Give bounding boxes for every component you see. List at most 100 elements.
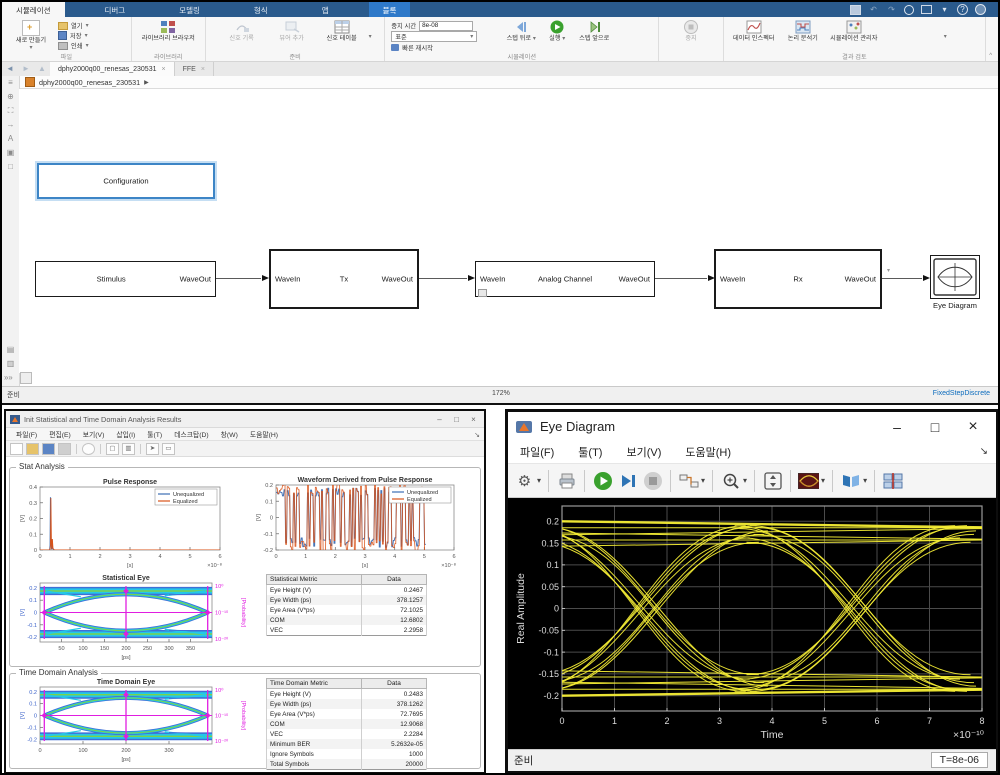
status-solver[interactable]: FixedStepDiscrete [933, 390, 990, 397]
stop-time-input[interactable]: 8e-08 [419, 21, 473, 31]
panels-icon[interactable] [840, 470, 861, 491]
tab-modeling[interactable]: 모델링 [165, 2, 214, 17]
pan-icon[interactable]: → [2, 118, 19, 132]
settings-gear-icon[interactable]: ⚙ [514, 470, 535, 491]
table-row[interactable]: Ignore Symbols1000 [267, 749, 427, 759]
block-analog-channel[interactable]: WaveIn Analog Channel WaveOut [475, 261, 655, 297]
panel-icon[interactable]: ▥ [2, 357, 19, 371]
dock-icon[interactable]: ↘ [474, 431, 480, 439]
new-button[interactable]: + 새로 만들기▾ [8, 19, 54, 52]
zoom-icon[interactable] [82, 443, 95, 455]
maximize-button[interactable]: □ [920, 419, 950, 435]
zoom-icon[interactable]: ⊕ [2, 90, 19, 104]
tab-apps[interactable]: 앱 [308, 2, 343, 17]
nav-up-icon[interactable]: ▲ [34, 62, 50, 76]
open-button[interactable]: 열기▾ [58, 21, 89, 30]
table-row[interactable]: Eye Area (V*ps)72.1025 [267, 605, 427, 615]
legend-icon[interactable]: ▭ [162, 443, 175, 455]
menu-item[interactable]: 파일(F) [10, 429, 43, 439]
menu-item[interactable]: 툴(T) [141, 429, 168, 439]
menu-item[interactable]: 도움말(H) [244, 429, 284, 439]
block-tx[interactable]: WaveIn Tx WaveOut [269, 249, 419, 309]
menu-item[interactable]: 창(W) [215, 429, 244, 439]
ribbon-collapse-icon[interactable]: ^ [989, 53, 992, 59]
simulation-manager-button[interactable]: 시뮬레이션 관리자 [828, 19, 880, 42]
viewmarks-icon[interactable]: ▤ [2, 343, 19, 357]
table-row[interactable]: COM12.6802 [267, 615, 427, 625]
log-signals-button[interactable]: 신호 기록 [219, 19, 265, 42]
badge-icon[interactable] [20, 372, 32, 384]
table-row[interactable]: Eye Width (ps)378.1262 [267, 699, 427, 709]
eye-diagram-mode-icon[interactable] [798, 470, 819, 491]
table-row[interactable]: Eye Width (ps)378.1257 [267, 595, 427, 605]
run-button[interactable]: 실행 ▾ [541, 19, 573, 43]
run-icon[interactable] [592, 470, 613, 491]
nav-back-icon[interactable]: ◄ [2, 62, 18, 76]
browse-icon[interactable]: ≡ [2, 76, 19, 90]
table-row[interactable]: Eye Area (V*ps)72.7695 [267, 709, 427, 719]
step-forward-button[interactable]: 스텝 앞으로 [577, 19, 611, 42]
print-button[interactable]: 인쇄▾ [58, 41, 89, 50]
panes-icon[interactable]: ▥ [122, 443, 135, 455]
stop-button[interactable]: 중지 [676, 19, 706, 42]
dock-icon[interactable]: ↘ [980, 446, 988, 457]
block-configuration[interactable]: Configuration [37, 163, 215, 199]
tab-simulation[interactable]: 시뮬레이션 [2, 2, 65, 17]
search-icon[interactable] [904, 5, 914, 15]
menu-item[interactable]: 편집(E) [43, 429, 77, 439]
step-forward-icon[interactable] [617, 470, 638, 491]
help-icon[interactable]: ? [957, 4, 968, 15]
table-row[interactable]: VEC2.2284 [267, 729, 427, 739]
hidden-panel-icon[interactable]: » [4, 373, 18, 385]
menu-item[interactable]: 보기(V) [77, 429, 111, 439]
close-icon[interactable]: × [201, 66, 205, 73]
user-icon[interactable] [975, 4, 986, 15]
new-figure-icon[interactable] [10, 443, 23, 455]
save-icon[interactable] [42, 443, 55, 455]
redo-icon[interactable]: ↷ [886, 5, 897, 15]
print-icon[interactable] [556, 470, 577, 491]
save-icon[interactable] [850, 5, 861, 15]
sim-mode-select[interactable]: 표준▾ [391, 31, 477, 42]
minimize-button[interactable]: – [882, 419, 912, 435]
doc-tab-model[interactable]: dphy2000q00_renesas_230531 × [50, 62, 175, 76]
table-row[interactable]: Total Symbols20000 [267, 759, 427, 770]
prepare-more-icon[interactable]: ▾ [369, 33, 372, 40]
signal-table-button[interactable]: 신호 테이블 [319, 19, 365, 42]
table-row[interactable]: Minimum BER5.2632e-05 [267, 739, 427, 749]
pane-icon[interactable]: ▢ [106, 443, 119, 455]
logic-analyzer-button[interactable]: 논리 분석기 [782, 19, 824, 42]
table-row[interactable]: COM12.9068 [267, 719, 427, 729]
block-eye-diagram-scope[interactable] [930, 255, 980, 299]
add-viewer-button[interactable]: 뷰어 추가 [269, 19, 315, 42]
library-browser-button[interactable]: 라이브러리 브라우저 [141, 19, 195, 42]
table-row[interactable]: Eye Height (V)0.2483 [267, 689, 427, 700]
table-row[interactable]: Eye Height (V)0.2467 [267, 585, 427, 596]
image-icon[interactable]: ▣ [2, 146, 19, 160]
nav-forward-icon[interactable]: ► [18, 62, 34, 76]
menu-item[interactable]: 삽입(I) [110, 429, 141, 439]
print-icon[interactable] [58, 443, 71, 455]
simulate-source-icon[interactable] [678, 470, 699, 491]
tab-debug[interactable]: 디버그 [91, 2, 140, 17]
menu-item[interactable]: 툴(T) [578, 444, 602, 460]
caret-down-icon[interactable]: ▾ [939, 5, 950, 15]
fit-to-view-icon[interactable] [762, 470, 783, 491]
zoom-icon[interactable] [720, 470, 741, 491]
undo-icon[interactable]: ↶ [868, 5, 879, 15]
step-back-button[interactable]: 스텝 뒤로 ▾ [505, 19, 537, 43]
minimize-button[interactable]: – [433, 412, 446, 427]
menu-item[interactable]: 도움말(H) [685, 444, 731, 460]
review-more-icon[interactable]: ▾ [944, 33, 947, 40]
table-row[interactable]: VEC2.2958 [267, 625, 427, 636]
results-title-bar[interactable]: Init Statistical and Time Domain Analysi… [6, 411, 484, 428]
menu-item[interactable]: 파일(F) [520, 444, 554, 460]
fast-restart-button[interactable]: 빠른 재시작 [391, 43, 501, 52]
layout-icon[interactable] [921, 5, 932, 14]
menu-item[interactable]: 보기(V) [626, 444, 661, 460]
tab-format[interactable]: 형식 [240, 2, 282, 17]
measurements-icon[interactable] [882, 470, 903, 491]
data-inspector-button[interactable]: 데이터 인스펙터 [730, 19, 778, 42]
eye-title-bar[interactable]: Eye Diagram – □ × [508, 412, 996, 441]
close-button[interactable]: × [958, 418, 988, 436]
